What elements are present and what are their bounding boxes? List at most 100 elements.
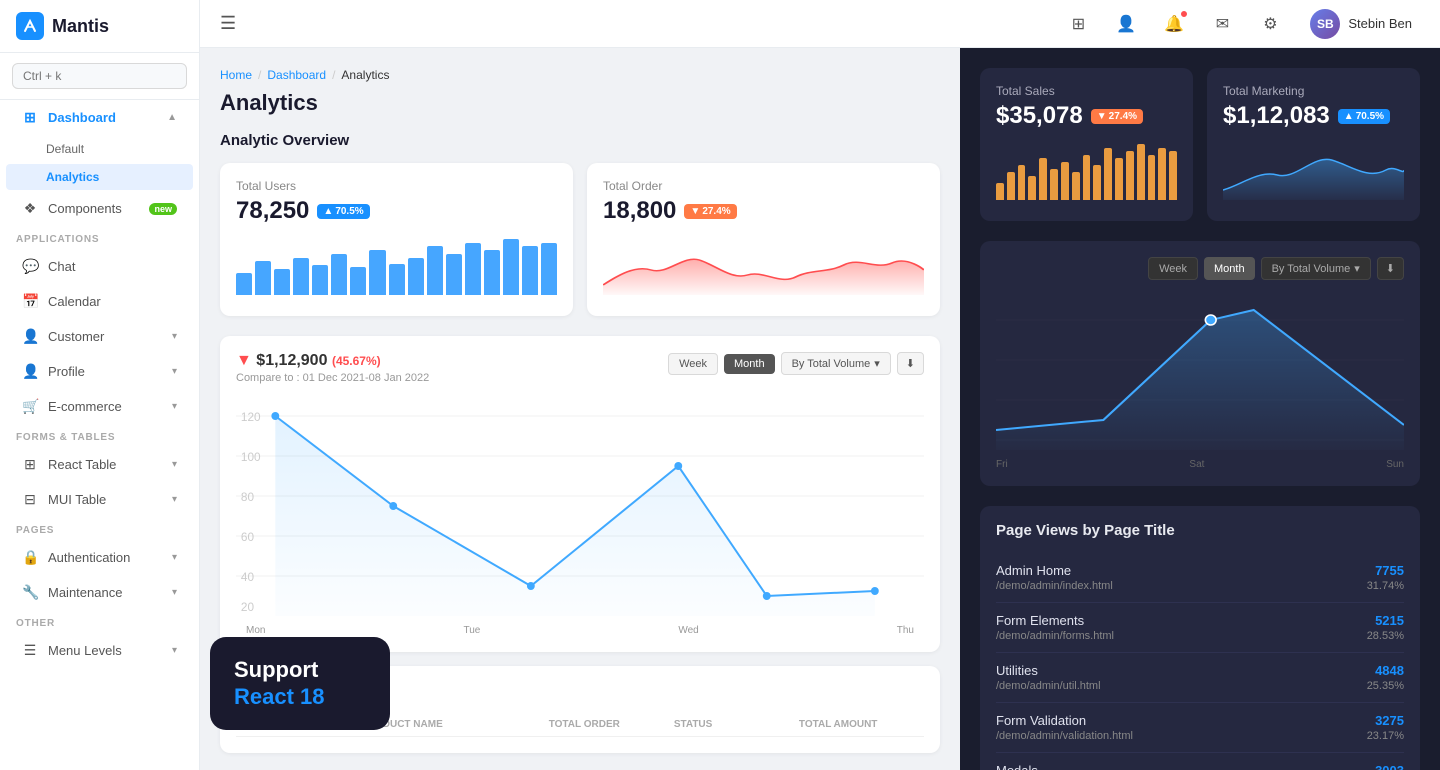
bar: [427, 246, 443, 295]
total-order-label: Total Order: [603, 179, 924, 193]
pv-info-4: Modals /demo/admin/modals.html: [996, 763, 1122, 770]
total-order-value: 18,800 ▼ 27.4%: [603, 197, 924, 225]
bar: [1126, 151, 1134, 200]
settings-icon[interactable]: ⚙: [1254, 8, 1286, 40]
pv-count-4: 3003: [1367, 763, 1404, 770]
col-total-amount: TOTAL AMOUNT: [799, 719, 924, 730]
chevron-down-icon-6: ▾: [172, 552, 177, 563]
bar: [996, 183, 1004, 201]
mail-icon[interactable]: ✉: [1206, 8, 1238, 40]
pv-path-1: /demo/admin/forms.html: [996, 630, 1114, 642]
support-react18-popup[interactable]: Support React 18: [210, 637, 390, 730]
sidebar-item-default[interactable]: Default: [6, 136, 193, 162]
sidebar-item-maintenance[interactable]: 🔧 Maintenance ▾: [6, 576, 193, 609]
breadcrumb-dashboard[interactable]: Dashboard: [267, 68, 326, 82]
bar: [236, 273, 252, 295]
dark-download-button[interactable]: ⬇: [1377, 257, 1404, 280]
avatar: SB: [1310, 9, 1340, 39]
sidebar-item-menu-levels[interactable]: ☰ Menu Levels ▾: [6, 634, 193, 667]
income-line-chart: 120 100 80 60 40 20: [236, 396, 924, 616]
bar: [1050, 169, 1058, 201]
sidebar-item-chat[interactable]: 💬 Chat: [6, 250, 193, 283]
pv-item-3: Form Validation /demo/admin/validation.h…: [996, 703, 1404, 753]
bar: [484, 250, 500, 295]
account-icon[interactable]: 👤: [1110, 8, 1142, 40]
page-views-section: Page Views by Page Title Admin Home /dem…: [980, 506, 1420, 770]
sidebar-item-profile[interactable]: 👤 Profile ▾: [6, 355, 193, 388]
bar: [1137, 144, 1145, 200]
notification-bell-icon[interactable]: 🔔: [1158, 8, 1190, 40]
mui-table-icon: ⊟: [22, 491, 38, 508]
pv-count-0: 7755: [1367, 563, 1404, 578]
topbar: ☰ ⊞ 👤 🔔 ✉ ⚙ SB Stebin Ben: [200, 0, 1440, 48]
apps-icon[interactable]: ⊞: [1062, 8, 1094, 40]
pv-name-3: Form Validation: [996, 713, 1133, 728]
svg-text:60: 60: [241, 530, 254, 544]
svg-text:40: 40: [241, 570, 254, 584]
chevron-down-icon-8: ▾: [172, 645, 177, 656]
income-value: ▼ $1,12,900 (45.67%): [236, 352, 429, 370]
bar: [350, 267, 366, 295]
sidebar-item-customer[interactable]: 👤 Customer ▾: [6, 320, 193, 353]
sidebar-item-authentication[interactable]: 🔒 Authentication ▾: [6, 541, 193, 574]
total-marketing-card: Total Marketing $1,12,083 ▲ 70.5%: [1207, 68, 1420, 221]
dashboard-icon: ⊞: [22, 109, 38, 126]
hamburger-icon[interactable]: ☰: [220, 13, 236, 34]
week-button[interactable]: Week: [668, 353, 718, 375]
total-users-value: 78,250 ▲ 70.5%: [236, 197, 557, 225]
month-button[interactable]: Month: [724, 354, 775, 374]
pv-name-2: Utilities: [996, 663, 1101, 678]
pv-path-2: /demo/admin/util.html: [996, 680, 1101, 692]
sidebar-chat-label: Chat: [48, 259, 75, 274]
xaxis-mon: Mon: [246, 625, 265, 636]
dark-analytic-overview: Total Sales $35,078 ▼ 27.4%: [980, 68, 1420, 221]
dark-week-button[interactable]: Week: [1148, 257, 1198, 280]
sidebar-react-table-label: React Table: [48, 457, 116, 472]
xaxis-thu: Thu: [897, 625, 914, 636]
bar: [1104, 148, 1112, 201]
pv-count-2: 4848: [1367, 663, 1404, 678]
users-bar-chart: [236, 235, 557, 295]
search-input[interactable]: [12, 63, 187, 89]
sidebar-item-react-table[interactable]: ⊞ React Table ▾: [6, 448, 193, 481]
sidebar: Mantis ⊞ Dashboard ▲ Default Analytics ❖…: [0, 0, 200, 770]
bar: [465, 243, 481, 295]
dark-volume-button[interactable]: By Total Volume ▾: [1261, 257, 1371, 280]
page-title: Analytics: [220, 90, 940, 116]
volume-button[interactable]: By Total Volume ▾: [781, 352, 891, 375]
dark-month-button[interactable]: Month: [1204, 257, 1255, 280]
pv-name-4: Modals: [996, 763, 1122, 770]
sidebar-item-analytics[interactable]: Analytics: [6, 164, 193, 190]
pv-pct-3: 23.17%: [1367, 730, 1404, 742]
pv-path-3: /demo/admin/validation.html: [996, 730, 1133, 742]
col-status: STATUS: [674, 719, 799, 730]
chevron-down-icon-5: ▾: [172, 494, 177, 505]
sidebar-maintenance-label: Maintenance: [48, 585, 122, 600]
section-apps-label: Applications: [0, 226, 199, 249]
bar: [541, 243, 557, 295]
sidebar-components-label: Components: [48, 201, 122, 216]
breadcrumb-sep-2: /: [332, 68, 335, 82]
sidebar-item-calendar[interactable]: 📅 Calendar: [6, 285, 193, 318]
sidebar-item-ecommerce[interactable]: 🛒 E-commerce ▾: [6, 390, 193, 423]
dark-analytic-cards: Total Sales $35,078 ▼ 27.4%: [980, 68, 1420, 221]
pv-item-0: Admin Home /demo/admin/index.html 7755 3…: [996, 553, 1404, 603]
chevron-down-icon-7: ▾: [172, 587, 177, 598]
sidebar-item-dashboard[interactable]: ⊞ Dashboard ▲: [6, 101, 193, 134]
pv-item-2: Utilities /demo/admin/util.html 4848 25.…: [996, 653, 1404, 703]
sidebar-item-mui-table[interactable]: ⊟ MUI Table ▾: [6, 483, 193, 516]
dark-xaxis: Fri Sat Sun: [996, 459, 1404, 470]
customer-icon: 👤: [22, 328, 38, 345]
income-actions: Week Month By Total Volume ▾ ⬇: [668, 352, 924, 375]
svg-text:20: 20: [241, 600, 254, 614]
bar: [1007, 172, 1015, 200]
bar: [389, 264, 405, 295]
user-menu[interactable]: SB Stebin Ben: [1302, 5, 1420, 43]
download-button[interactable]: ⬇: [897, 352, 924, 375]
pv-info-2: Utilities /demo/admin/util.html: [996, 663, 1101, 692]
sidebar-item-components[interactable]: ❖ Components new: [6, 192, 193, 225]
support-popup-title: Support React 18: [234, 657, 366, 710]
dark-xaxis-sun: Sun: [1386, 459, 1404, 470]
breadcrumb-home[interactable]: Home: [220, 68, 252, 82]
bar: [522, 246, 538, 295]
